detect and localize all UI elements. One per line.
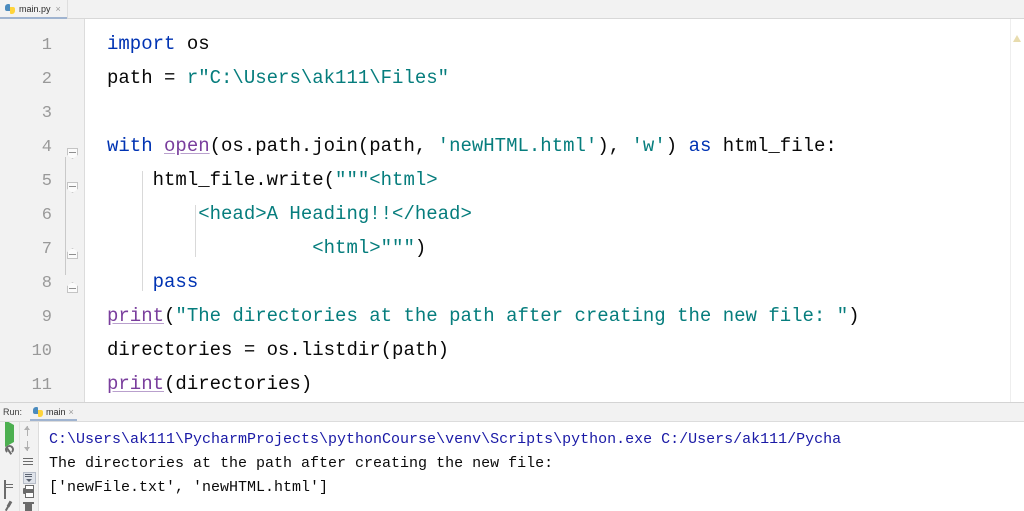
code-token: with xyxy=(107,135,153,157)
code-token: print xyxy=(107,373,165,395)
code-line[interactable]: path = r"C:\Users\ak111\Files" xyxy=(107,69,449,88)
soft-wrap-icon[interactable] xyxy=(22,456,35,465)
code-editor[interactable]: 1 2 3 4 5 6 7 8 9 10 11 import os path = r"C:\Users… xyxy=(0,19,1024,403)
close-icon[interactable]: × xyxy=(69,407,74,417)
code-token: ) xyxy=(414,237,427,259)
code-token: "The directories at the path after creat… xyxy=(175,305,849,327)
code-line[interactable]: print(directories) xyxy=(107,375,312,394)
pycharm-ide-window: main.py × 1 2 3 4 5 6 7 8 9 10 11 import… xyxy=(0,0,1024,511)
warning-triangle-icon[interactable] xyxy=(1013,35,1021,42)
code-token: path = xyxy=(107,67,187,89)
run-toolbar-right-column xyxy=(20,422,39,511)
fold-marker-line-8[interactable] xyxy=(67,282,78,293)
fold-marker-line-4[interactable] xyxy=(67,148,78,159)
line-number: 6 xyxy=(41,206,52,225)
code-token: ( xyxy=(164,305,176,327)
console-output[interactable]: C:\Users\ak111\PycharmProjects\pythonCou… xyxy=(39,422,1024,511)
code-line[interactable]: directories = os.listdir(path) xyxy=(107,341,449,360)
run-console-area: C:\Users\ak111\PycharmProjects\pythonCou… xyxy=(0,422,1024,511)
line-number: 3 xyxy=(41,104,52,123)
code-line[interactable]: <html>""") xyxy=(107,239,426,258)
stop-icon[interactable] xyxy=(3,462,16,475)
run-tool-window: Run: main × C:\Users\ak111\PycharmProjec… xyxy=(0,403,1024,511)
fold-marker-line-5[interactable] xyxy=(67,182,78,193)
editor-tab-label: main.py xyxy=(19,4,51,14)
line-number: 9 xyxy=(41,308,52,327)
code-line[interactable]: <head>A Heading!!</head> xyxy=(107,205,472,224)
rerun-play-icon[interactable] xyxy=(3,422,16,447)
python-file-icon xyxy=(5,4,15,14)
code-token: os xyxy=(175,33,210,55)
fold-marker-line-7[interactable] xyxy=(67,248,78,259)
clear-all-icon[interactable] xyxy=(22,501,35,511)
console-line: The directories at the path after creati… xyxy=(49,455,554,472)
run-tab-main[interactable]: main × xyxy=(28,403,79,421)
code-token: ) xyxy=(665,135,689,157)
editor-tab-bar: main.py × xyxy=(0,0,1024,19)
run-tab-bar: Run: main × xyxy=(0,403,1024,422)
code-token: """<html> xyxy=(335,169,438,191)
code-token: <head>A Heading!!</head> xyxy=(107,203,472,225)
fold-connector-line xyxy=(65,157,66,275)
code-line[interactable]: pass xyxy=(107,271,199,293)
code-token: 'w' xyxy=(631,135,666,157)
line-number: 5 xyxy=(41,172,52,191)
code-line[interactable]: html_file.write("""<html> xyxy=(107,171,438,190)
code-token: print xyxy=(107,305,165,327)
code-text-area[interactable]: import os path = r"C:\Users\ak111\Files" w… xyxy=(85,19,1024,402)
scroll-to-end-icon[interactable] xyxy=(22,471,37,484)
layout-settings-icon[interactable] xyxy=(3,479,16,499)
console-line: ['newFile.txt', 'newHTML.html'] xyxy=(49,479,329,496)
code-token: <html>""" xyxy=(107,237,415,259)
code-folding-gutter[interactable] xyxy=(60,19,85,402)
editor-scrollbar-markers[interactable] xyxy=(1010,19,1024,402)
console-line: C:\Users\ak111\PycharmProjects\pythonCou… xyxy=(49,431,842,448)
code-token: (os.path.join(path, xyxy=(209,135,438,157)
line-number: 2 xyxy=(41,70,52,89)
next-occurrence-icon[interactable] xyxy=(22,440,35,452)
code-token: as xyxy=(688,135,712,157)
line-number-gutter: 1 2 3 4 5 6 7 8 9 10 11 xyxy=(0,19,60,402)
print-icon[interactable] xyxy=(22,485,35,499)
previous-occurrence-icon[interactable] xyxy=(22,425,35,436)
run-toolbar-left-column xyxy=(0,422,20,511)
line-number: 7 xyxy=(41,240,52,259)
code-token: ), xyxy=(597,135,632,157)
close-icon[interactable]: × xyxy=(55,4,61,14)
code-token: pass xyxy=(152,271,199,293)
settings-wrench-icon[interactable] xyxy=(3,444,16,456)
run-tab-label: main xyxy=(46,407,66,417)
code-line[interactable]: with open(os.path.join(path, 'newHTML.ht… xyxy=(107,137,837,156)
line-number: 11 xyxy=(31,376,52,395)
code-token: import xyxy=(107,33,176,55)
code-line[interactable]: print("The directories at the path after… xyxy=(107,307,860,326)
code-token: 'newHTML.html' xyxy=(437,135,598,157)
code-line[interactable]: import os xyxy=(107,35,210,54)
pin-tab-icon[interactable] xyxy=(3,500,16,511)
run-toolbar xyxy=(0,422,39,511)
line-number: 1 xyxy=(41,36,52,55)
code-token: ) xyxy=(848,305,860,327)
code-token: html_file: xyxy=(711,135,837,157)
line-number: 4 xyxy=(41,138,52,157)
code-token: directories = os.listdir(path) xyxy=(107,339,450,361)
python-run-config-icon xyxy=(33,407,44,417)
code-token: (directories) xyxy=(164,373,313,395)
code-token: open xyxy=(164,135,210,157)
line-number: 8 xyxy=(41,274,52,293)
run-window-label: Run: xyxy=(3,407,23,417)
line-number: 10 xyxy=(31,342,52,361)
code-token: r"C:\Users\ak111\Files" xyxy=(186,67,450,89)
code-token: html_file.write( xyxy=(107,169,336,191)
editor-tab-main-py[interactable]: main.py × xyxy=(0,0,68,19)
